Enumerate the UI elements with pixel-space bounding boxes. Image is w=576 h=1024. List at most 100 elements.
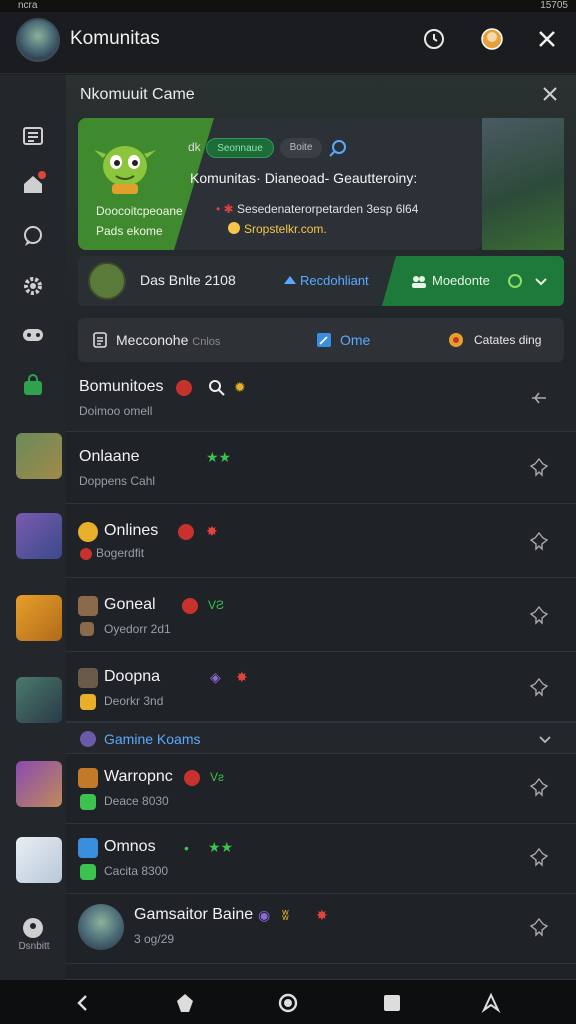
stars-icon: ★★ (206, 449, 232, 465)
row-title: Doopna (104, 668, 161, 685)
list-item[interactable]: Onlines ✸ Bogerdfit (66, 504, 576, 578)
edit-icon (317, 333, 331, 347)
filter-item-2[interactable]: Ome (340, 332, 370, 348)
game-thumb-4[interactable] (16, 677, 62, 723)
home-icon[interactable] (20, 171, 46, 197)
store-icon[interactable] (20, 373, 46, 399)
row-sub: Doppens Cahl (79, 474, 156, 488)
row-title: Warropnc (104, 768, 173, 785)
section-title: Gamine Koams (104, 731, 201, 747)
pin-icon[interactable] (528, 530, 550, 552)
game-icon (78, 596, 98, 616)
row-sub: Bogerdfit (96, 546, 145, 560)
hero-detail: • ✱ Sesedenaterorpetarden 3esp 6l64 (216, 202, 419, 216)
back-icon[interactable] (72, 992, 94, 1014)
tag-green[interactable]: Seonnaue (206, 138, 274, 158)
hero-heading: Komunitas· Dianeoad- Geautteroiny: (190, 170, 418, 186)
stars-icon: ★★ (208, 839, 234, 855)
pin-icon[interactable] (528, 604, 550, 626)
tag-gray[interactable]: Boite (280, 138, 322, 158)
document-icon (93, 332, 107, 348)
list-item[interactable]: Warropnc Vƨ Deace 8030 (66, 754, 576, 824)
profile-icon[interactable] (479, 26, 505, 52)
row-title: Omnos (104, 838, 156, 855)
pin-icon[interactable] (528, 776, 550, 798)
game-thumb-5[interactable] (16, 761, 62, 807)
game-thumb-1[interactable] (16, 433, 62, 479)
chevron-down-icon[interactable] (534, 274, 548, 288)
app-title: Komunitas (70, 28, 160, 49)
home-nav-icon[interactable] (174, 992, 196, 1014)
flame-icon: ✸ (316, 907, 328, 923)
chevron-down-icon[interactable] (538, 732, 552, 746)
list-item[interactable]: Doopna ◈ ✸ Deorkr 3nd (66, 652, 576, 722)
app-bar: Komunitas (0, 12, 576, 74)
coin-icon (78, 522, 98, 542)
panel-title: Nkomuuit Came (80, 86, 195, 103)
promo-avatar[interactable] (88, 262, 126, 300)
hero-card[interactable]: Doocoitcpeoane Pads ekome dk Seonnaue Bo… (78, 118, 482, 250)
hero-email[interactable]: Sropstelkr.com. (244, 222, 327, 236)
sub-icon (80, 794, 96, 810)
list-item[interactable]: Gamsaitor Baine ◉ ʬ ✸ 3 og/29 (66, 894, 576, 964)
pin-icon[interactable] (528, 916, 550, 938)
assistant-icon[interactable] (480, 992, 502, 1014)
row-title: Onlaane (79, 448, 140, 465)
game-thumb-2[interactable] (16, 513, 62, 559)
list-item-partial (66, 964, 576, 980)
panel-close-icon[interactable] (540, 84, 560, 104)
list-item[interactable]: Bomunitoes ✹ Doimoo omell (66, 362, 576, 432)
pin-icon[interactable] (528, 456, 550, 478)
clock-icon[interactable] (421, 26, 447, 52)
gamepad-icon[interactable] (20, 321, 46, 347)
promo-link[interactable]: Recdohliant (300, 273, 369, 288)
section-header[interactable]: Gamine Koams (66, 722, 576, 754)
search-icon (209, 380, 225, 396)
badge-icon (449, 333, 463, 347)
game-thumb-3[interactable] (16, 595, 62, 641)
app-avatar[interactable] (16, 18, 60, 62)
sub-icon (80, 548, 92, 560)
filter-item-1-label: Mecconohe (116, 332, 189, 348)
list-icon[interactable] (20, 123, 46, 149)
recent-icon[interactable] (277, 992, 299, 1014)
game-icon (78, 668, 98, 688)
gear-icon[interactable] (20, 273, 46, 299)
badge-icon (184, 770, 200, 786)
account-icon[interactable] (20, 915, 46, 941)
promo-title: Das Bnlte 2108 (140, 272, 236, 288)
flame-icon: ✸ (236, 669, 248, 685)
promo-moderation[interactable]: Moedonte (432, 273, 490, 288)
close-icon[interactable] (534, 26, 560, 52)
share-icon (284, 276, 296, 284)
square-icon[interactable] (381, 992, 403, 1014)
status-bar: ncra 15705 (0, 0, 576, 12)
row-title: Onlines (104, 522, 159, 539)
status-clock: 15705 (540, 0, 568, 11)
list-item[interactable]: Onlaane ★★ Doppens Cahl (66, 432, 576, 504)
filter-item-1[interactable]: Mecconohe Cnlos (116, 332, 220, 348)
list-item[interactable]: Omnos • ★★ Cacita 8300 (66, 824, 576, 894)
check-icon: Vƨ (210, 770, 225, 784)
game-avatar (78, 904, 124, 950)
coin-icon (228, 222, 240, 234)
chat-icon[interactable] (20, 223, 46, 249)
pin-icon[interactable] (528, 676, 550, 698)
promo-bar: Das Bnlte 2108 Recdohliant Moedonte (78, 256, 564, 306)
filter-item-1-hint: Cnlos (192, 336, 221, 348)
badge-icon (176, 380, 192, 396)
list-item[interactable]: Goneal VƧ Oyedorr 2d1 (66, 578, 576, 652)
flame-icon: ✸ (206, 523, 218, 539)
status-left: ncra (18, 0, 38, 11)
pin-icon[interactable] (528, 387, 550, 409)
shield-icon: ◉ (258, 907, 271, 923)
filter-item-3[interactable]: Catates ding (474, 333, 541, 347)
row-sub: Doimoo omell (79, 404, 153, 418)
pin-icon[interactable] (528, 846, 550, 868)
badge-icon (182, 598, 198, 614)
row-sub: 3 og/29 (134, 932, 175, 946)
dot-icon: • (184, 840, 189, 856)
game-thumb-6[interactable] (16, 837, 62, 883)
hero-warrior-art (482, 118, 564, 250)
link-icon[interactable] (328, 138, 348, 158)
